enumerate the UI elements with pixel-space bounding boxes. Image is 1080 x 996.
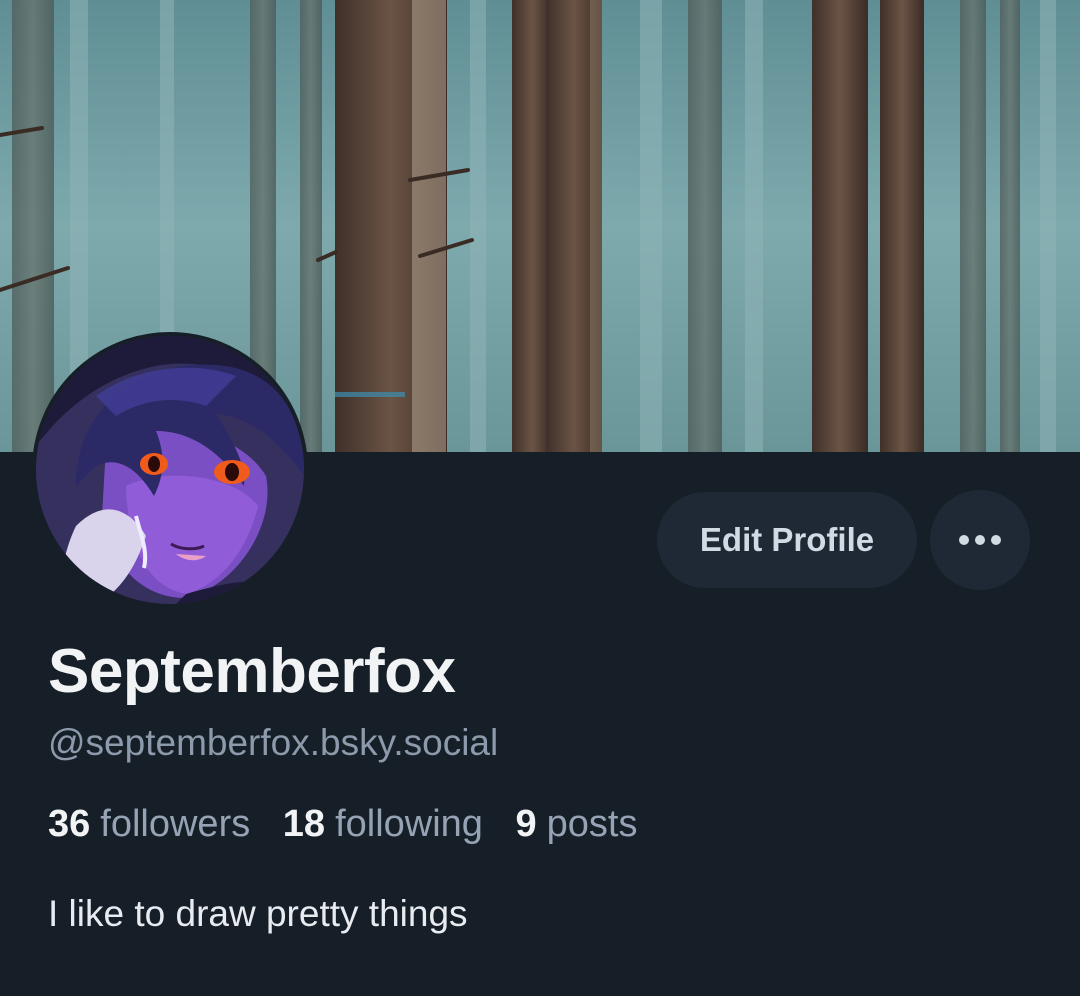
followers-count: 36 bbox=[48, 803, 91, 845]
purple-fox-character-avatar-image bbox=[36, 336, 304, 604]
followers-label: followers bbox=[100, 803, 251, 845]
following-label: following bbox=[335, 803, 483, 845]
avatar[interactable] bbox=[32, 332, 308, 608]
profile-stats: 36 followers 18 following 9 posts bbox=[48, 800, 659, 848]
edit-profile-button[interactable]: Edit Profile bbox=[657, 492, 917, 588]
followers-link[interactable]: 36 followers bbox=[48, 803, 250, 845]
profile-page: Edit Profile Septemberfox @septemberfox.… bbox=[0, 0, 1080, 996]
posts-label: posts bbox=[546, 803, 638, 845]
profile-bio: I like to draw pretty things bbox=[48, 893, 468, 934]
display-name: Septemberfox bbox=[48, 637, 456, 706]
following-link[interactable]: 18 following bbox=[283, 803, 483, 845]
posts-stat: 9 posts bbox=[516, 803, 638, 845]
more-options-button[interactable] bbox=[930, 490, 1030, 590]
profile-handle: @septemberfox.bsky.social bbox=[48, 722, 499, 763]
more-horizontal-icon bbox=[959, 535, 1001, 545]
posts-count: 9 bbox=[515, 803, 537, 845]
following-count: 18 bbox=[282, 803, 326, 845]
